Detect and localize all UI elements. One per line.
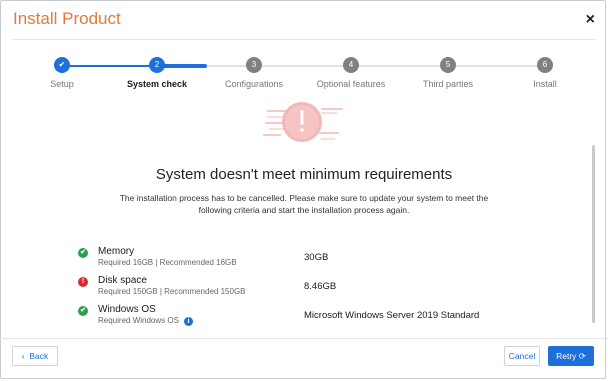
step-label: System check [126,79,188,89]
stepper: ✔ Setup 2 System check 3 Configurations … [0,55,608,95]
retry-button[interactable]: Retry ⟳ [548,346,594,366]
check-circle-icon: ✔ [78,306,88,316]
step-optional-features[interactable]: 4 Optional features [301,55,401,89]
requirement-name: Windows OS [98,304,156,315]
warning-illustration-icon [263,102,343,142]
requirement-disk-space: ! Disk space Required 150GB | Recommende… [78,275,548,299]
header-divider [12,39,596,40]
requirement-windows-os: ✔ Windows OS Required Windows OS i Micros… [78,304,548,328]
checkmark-icon: ✔ [54,57,70,73]
requirement-name: Disk space [98,275,147,286]
dialog-header: Install Product × [0,0,608,42]
step-number: 2 [149,57,165,73]
check-circle-icon: ✔ [78,248,88,258]
step-third-parties[interactable]: 5 Third parties [398,55,498,89]
retry-label: Retry [556,351,577,361]
footer-divider [0,338,608,339]
requirement-detail-wrap: Required Windows OS i [98,316,193,326]
step-number: 5 [440,57,456,73]
requirement-memory: ✔ Memory Required 16GB | Recommended 16G… [78,246,548,270]
step-number: 4 [343,57,359,73]
step-label: Optional features [316,79,386,89]
step-label: Install [533,79,557,89]
cancel-button[interactable]: Cancel [504,346,540,366]
step-label: Setup [50,79,74,89]
step-configurations[interactable]: 3 Configurations [204,55,304,89]
requirement-value: Microsoft Windows Server 2019 Standard [304,310,480,321]
step-install[interactable]: 6 Install [495,55,595,89]
step-number: 3 [246,57,262,73]
close-icon[interactable]: × [586,10,595,30]
refresh-icon: ⟳ [578,351,586,361]
step-label: Configurations [224,79,284,89]
back-label: Back [29,351,49,361]
requirement-detail: Required 150GB | Recommended 150GB [98,287,246,296]
dialog-title: Install Product [13,9,121,28]
step-label: Third parties [422,79,474,89]
error-circle-icon: ! [78,277,88,287]
step-setup[interactable]: ✔ Setup [12,55,112,89]
page-title: System doesn't meet minimum requirements [155,166,453,183]
requirement-value: 30GB [304,252,329,263]
requirement-detail: Required 16GB | Recommended 16GB [98,258,237,267]
step-system-check[interactable]: 2 System check [107,55,207,89]
step-number: 6 [537,57,553,73]
requirement-value: 8.46GB [304,281,337,292]
page-description: The installation process has to be cance… [119,193,489,215]
info-icon[interactable]: i [183,317,193,326]
chevron-left-icon: ‹ [21,351,25,361]
requirement-name: Memory [98,246,135,257]
scrollbar[interactable] [592,145,595,323]
back-button[interactable]: ‹ Back [12,346,58,366]
requirement-detail: Required Windows OS [98,316,179,325]
